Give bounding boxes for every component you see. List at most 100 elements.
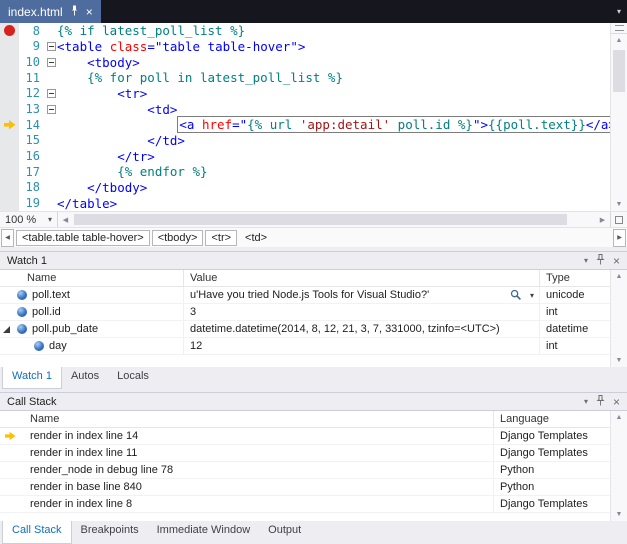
outlining-margin[interactable]: [46, 105, 57, 114]
tab-immediate-window[interactable]: Immediate Window: [148, 521, 260, 544]
breakpoint-margin[interactable]: [0, 70, 19, 86]
collapse-region-icon[interactable]: [47, 89, 56, 98]
watch-row[interactable]: poll.pub_datedatetime.datetime(2014, 8, …: [0, 321, 610, 338]
window-menu-icon[interactable]: ▾: [584, 256, 588, 265]
callstack-panel-header[interactable]: Call Stack ▾ ×: [0, 392, 627, 410]
code-line[interactable]: {% endfor %}: [57, 164, 610, 180]
watch-row[interactable]: day12int: [0, 338, 610, 355]
breakpoint-margin[interactable]: [0, 54, 19, 70]
chevron-down-icon[interactable]: ▾: [530, 291, 534, 300]
editor-line[interactable]: 17{% endfor %}: [0, 164, 610, 180]
zoom-control[interactable]: 100 % ▾: [0, 212, 58, 227]
editor-line[interactable]: 10<tbody>: [0, 54, 610, 70]
code-line[interactable]: <table class="table table-hover">: [57, 39, 610, 55]
outlining-margin[interactable]: [46, 89, 57, 98]
breadcrumb-item[interactable]: <td>: [239, 230, 273, 246]
scroll-down-icon[interactable]: ▼: [611, 198, 627, 211]
collapse-region-icon[interactable]: [47, 58, 56, 67]
callstack-frame[interactable]: render in index line 11Django Templates: [0, 445, 610, 462]
breakpoint-margin[interactable]: [0, 148, 19, 164]
scroll-right-icon[interactable]: ▶: [595, 216, 610, 224]
breadcrumb-item[interactable]: <table.table table-hover>: [16, 230, 150, 246]
code-line[interactable]: </tbody>: [57, 180, 610, 196]
breakpoint-margin[interactable]: [0, 117, 19, 133]
column-header-type[interactable]: Type: [540, 270, 610, 286]
code-line[interactable]: <td>: [57, 101, 610, 117]
tab-output[interactable]: Output: [259, 521, 310, 544]
column-header-name[interactable]: Name: [0, 411, 494, 427]
code-line[interactable]: </td>: [57, 133, 610, 149]
code-editor[interactable]: 8{% if latest_poll_list %}9<table class=…: [0, 23, 627, 211]
code-line[interactable]: {% for poll in latest_poll_list %}: [57, 70, 610, 86]
close-icon[interactable]: ×: [613, 395, 620, 409]
pin-icon[interactable]: [70, 5, 79, 19]
editor-line[interactable]: 15</td>: [0, 133, 610, 149]
callstack-frame[interactable]: render in index line 8Django Templates: [0, 496, 610, 513]
editor-line[interactable]: 14<a href="{% url 'app:detail' poll.id %…: [0, 117, 610, 133]
breakpoint-margin[interactable]: [0, 195, 19, 211]
scroll-up-icon[interactable]: ▲: [616, 414, 623, 421]
column-header-name[interactable]: Name: [0, 270, 184, 286]
watch-scrollbar[interactable]: ▲ ▼: [610, 270, 627, 367]
code-line[interactable]: {% if latest_poll_list %}: [57, 23, 610, 39]
editor-line[interactable]: 13<td>: [0, 101, 610, 117]
breadcrumb-right-icon[interactable]: ▶: [613, 229, 626, 247]
close-icon[interactable]: ×: [86, 6, 93, 18]
callstack-frame[interactable]: render in base line 840Python: [0, 479, 610, 496]
code-line[interactable]: <tr>: [57, 86, 610, 102]
callstack-frame[interactable]: render in index line 14Django Templates: [0, 428, 610, 445]
breakpoint-margin[interactable]: [0, 86, 19, 102]
close-icon[interactable]: ×: [613, 254, 620, 268]
column-header-language[interactable]: Language: [494, 411, 610, 427]
tab-watch-1[interactable]: Watch 1: [2, 367, 62, 389]
expander[interactable]: [3, 326, 17, 333]
scroll-up-icon[interactable]: ▲: [611, 34, 627, 47]
splitter-grip[interactable]: [611, 23, 627, 34]
window-menu-icon[interactable]: ▾: [584, 397, 588, 406]
scrollbar-thumb[interactable]: [74, 214, 567, 225]
outlining-margin[interactable]: [46, 58, 57, 67]
breakpoint-margin[interactable]: [0, 180, 19, 196]
breadcrumb-left-icon[interactable]: ◀: [1, 229, 14, 247]
editor-vertical-scrollbar[interactable]: ▲ ▼: [610, 23, 627, 211]
text-visualizer-icon[interactable]: [510, 289, 522, 303]
breakpoint-margin[interactable]: [0, 39, 19, 55]
scroll-down-icon[interactable]: ▼: [616, 357, 623, 364]
callstack-scrollbar[interactable]: ▲ ▼: [610, 411, 627, 521]
editor-line[interactable]: 19</table>: [0, 195, 610, 211]
editor-line[interactable]: 11{% for poll in latest_poll_list %}: [0, 70, 610, 86]
document-tab-index-html[interactable]: index.html ×: [0, 0, 101, 23]
document-well-dropdown-icon[interactable]: ▾: [617, 0, 621, 23]
editor-line[interactable]: 8{% if latest_poll_list %}: [0, 23, 610, 39]
tab-breakpoints[interactable]: Breakpoints: [72, 521, 148, 544]
expanded-icon[interactable]: [3, 326, 10, 333]
scroll-up-icon[interactable]: ▲: [616, 273, 623, 280]
code-line[interactable]: <a href="{% url 'app:detail' poll.id %}"…: [57, 117, 610, 133]
column-header-value[interactable]: Value: [184, 270, 540, 286]
tab-locals[interactable]: Locals: [108, 367, 158, 389]
editor-line[interactable]: 16</tr>: [0, 148, 610, 164]
breakpoint-margin[interactable]: [0, 101, 19, 117]
collapse-region-icon[interactable]: [47, 105, 56, 114]
callstack-frame[interactable]: render_node in debug line 78Python: [0, 462, 610, 479]
breakpoint-margin[interactable]: [0, 133, 19, 149]
scrollbar-thumb[interactable]: [613, 50, 625, 92]
horizontal-scrollbar[interactable]: [73, 212, 595, 227]
watch-row[interactable]: poll.id3int: [0, 304, 610, 321]
editor-line[interactable]: 12<tr>: [0, 86, 610, 102]
scroll-down-icon[interactable]: ▼: [616, 511, 623, 518]
editor-line[interactable]: 18</tbody>: [0, 180, 610, 196]
breadcrumb-item[interactable]: <tr>: [205, 230, 237, 246]
breakpoint-margin[interactable]: [0, 164, 19, 180]
scroll-left-icon[interactable]: ◀: [58, 216, 73, 224]
tab-call-stack[interactable]: Call Stack: [2, 521, 72, 544]
code-line[interactable]: </tr>: [57, 148, 610, 164]
tab-autos[interactable]: Autos: [62, 367, 108, 389]
code-line[interactable]: <tbody>: [57, 54, 610, 70]
watch-row[interactable]: poll.textu'Have you tried Node.js Tools …: [0, 287, 610, 304]
pin-icon[interactable]: [596, 254, 605, 268]
code-line[interactable]: </table>: [57, 195, 610, 211]
editor-line[interactable]: 9<table class="table table-hover">: [0, 39, 610, 55]
breakpoint-icon[interactable]: [4, 25, 15, 36]
breakpoint-margin[interactable]: [0, 23, 19, 39]
